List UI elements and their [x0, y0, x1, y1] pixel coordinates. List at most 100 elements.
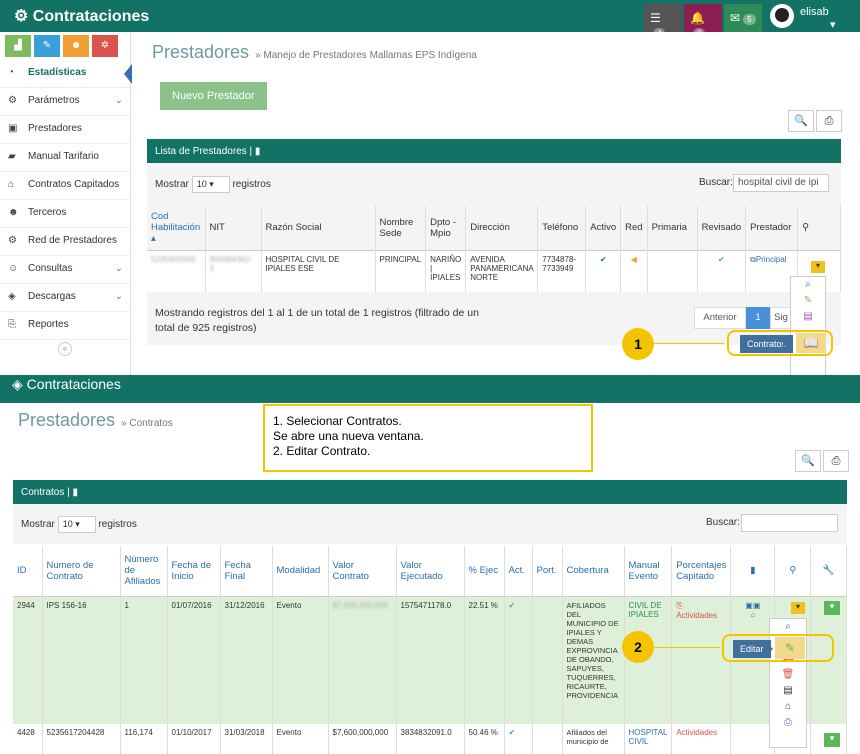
collapse-sidebar-button[interactable]: « [58, 342, 72, 356]
col-inicio[interactable]: Fecha de Inicio [167, 546, 221, 596]
cell-modalidad: Evento [272, 724, 329, 754]
cell-razon: HOSPITAL CIVIL DE IPIALES ESE [261, 250, 376, 292]
search-input-2[interactable] [741, 514, 838, 532]
length-select-2[interactable]: 10 ▾ [57, 516, 96, 533]
print-icon[interactable]: ⎙ [770, 715, 806, 731]
sidebar-item-terceros[interactable]: ☻ Terceros [0, 200, 131, 228]
cell-manual[interactable]: HOSPITAL CIVIL [624, 724, 673, 754]
gears-icon[interactable]: ✲ [92, 35, 118, 57]
col-act[interactable]: Act. [504, 546, 533, 596]
sidebar-item-contratos-capitados[interactable]: ⌂ Contratos Capitados [0, 172, 131, 200]
sidebar-item-descargas[interactable]: ◈ Descargas ⌄ [0, 284, 131, 312]
col-nit[interactable]: NIT [205, 206, 262, 250]
pager-previous[interactable]: Anterior [694, 307, 746, 329]
col-sede[interactable]: Nombre Sede [375, 206, 427, 250]
sidebar-item-red-de-prestadores[interactable]: ⚙ Red de Prestadores [0, 228, 131, 256]
col-red[interactable]: Red [620, 206, 648, 250]
cell-numero: IPS 156-16 [42, 596, 121, 724]
cell-afiliados: 116,174 [120, 724, 168, 754]
col-cobertura[interactable]: Cobertura [562, 546, 625, 596]
print-icon[interactable]: ⎙ [823, 450, 849, 472]
sidebar-item-consultas[interactable]: ☺ Consultas ⌄ [0, 256, 131, 284]
briefcase-icon[interactable]: ▤ [791, 309, 825, 325]
users-icon[interactable]: ☻ [63, 35, 89, 57]
home-icon[interactable]: ⌂ [770, 699, 806, 715]
messages-button[interactable]: ✉ 5 [724, 4, 762, 32]
tasks-button[interactable]: ☰4 [644, 4, 682, 39]
cell-port [532, 596, 563, 724]
link-icon[interactable]: ⚲ [774, 546, 812, 596]
col-port[interactable]: Port. [532, 546, 563, 596]
col-numero[interactable]: Numero de Contrato [42, 546, 121, 596]
user-menu[interactable]: elisab ▾ [800, 6, 836, 31]
col-activo[interactable]: Activo [585, 206, 622, 250]
col-ejec[interactable]: % Ejec [464, 546, 505, 596]
pager-page-1[interactable]: 1 [746, 307, 770, 329]
cubes-icon: ◈ [12, 376, 23, 392]
col-valor[interactable]: Valor Contrato [328, 546, 397, 596]
col-telefono[interactable]: Teléfono [537, 206, 587, 250]
cell-port [532, 724, 563, 754]
alerts-button[interactable]: 🔔8 [684, 4, 722, 39]
search-input[interactable]: hospital civil de ipi [733, 174, 829, 192]
col-primaria[interactable]: Primaria [647, 206, 698, 250]
new-prestador-button[interactable]: Nuevo Prestador [160, 82, 267, 110]
search-icon[interactable]: 🔍 [795, 450, 821, 472]
cell-primaria [647, 250, 698, 292]
pencil-icon[interactable]: ✎ [791, 293, 825, 309]
tooltip-editar: Editar [733, 640, 771, 658]
actions-dropdown-toggle-2[interactable]: ▾ [791, 602, 805, 614]
avatar[interactable] [770, 4, 794, 28]
cell-ejec: 50.46 % [464, 724, 505, 754]
app-title[interactable]: ⚙ Contrataciones [14, 6, 149, 26]
cell-porcentajes[interactable]: ⎘ Actividades [671, 596, 732, 724]
zoom-icon[interactable]: ⌕ [770, 619, 806, 635]
cell-inicio: 01/07/2016 [167, 596, 221, 724]
sidebar-item-manual-tarifario[interactable]: ▰ Manual Tarifario [0, 144, 131, 172]
cell-porcentajes[interactable]: Actividades [671, 724, 732, 754]
dashboard-icon: ◔ [8, 67, 15, 78]
envelope-icon: ✉ [730, 11, 741, 25]
cell-cod: 5235600356 [147, 250, 206, 292]
chart-icon[interactable]: ▟ [5, 35, 31, 57]
wrench-icon[interactable]: 🔧 [810, 546, 847, 596]
cell-sede: PRINCIPAL [375, 250, 427, 292]
col-porcentajes[interactable]: Porcentajes Capitado [671, 546, 732, 596]
expand-row-button[interactable]: ▾ [824, 601, 840, 615]
file-icon[interactable]: ▮ [730, 546, 776, 596]
col-cod[interactable]: Cod Habilitación ▴ [147, 206, 206, 250]
note-line-2: Se abre una nueva ventana. [273, 429, 424, 443]
app-title-2[interactable]: ◈ Contrataciones [12, 376, 121, 393]
search-icon[interactable]: 🔍 [788, 110, 814, 132]
col-dpto[interactable]: Dpto - Mpio [425, 206, 467, 250]
sidebar-item-reportes[interactable]: ⎘ Reportes [0, 312, 131, 340]
pencil-icon[interactable]: ✎ [34, 35, 60, 57]
zoom-icon[interactable]: ⌕ [791, 277, 825, 293]
col-revisado[interactable]: Revisado [697, 206, 747, 250]
col-id[interactable]: ID [13, 546, 43, 596]
actions-dropdown-toggle[interactable]: ▾ [811, 261, 825, 273]
col-razon[interactable]: Razón Social [261, 206, 376, 250]
contracts-book-icon[interactable]: 📖 [796, 333, 826, 353]
trash-icon[interactable]: 🗑 [770, 667, 806, 683]
expand-row-button[interactable]: ▾ [824, 733, 840, 747]
hospital-icon: ▣ [8, 123, 18, 134]
edit-pencil-icon[interactable]: ✎ [775, 637, 805, 659]
length-select[interactable]: 10 ▾ [191, 176, 230, 193]
col-manual[interactable]: Manual Evento [624, 546, 673, 596]
link-icon[interactable]: ⚲ [797, 206, 841, 250]
sidebar-item-parametros[interactable]: ⚙ Parámetros ⌄ [0, 88, 131, 116]
pager-next[interactable]: Sig [770, 307, 792, 329]
col-direccion[interactable]: Dirección [465, 206, 539, 250]
table-info: Mostrando registros del 1 al 1 de un tot… [155, 307, 479, 334]
col-ejecutado[interactable]: Valor Ejecutado [396, 546, 465, 596]
col-final[interactable]: Fecha Final [220, 546, 273, 596]
sidebar-item-prestadores[interactable]: ▣ Prestadores [0, 116, 131, 144]
print-icon[interactable]: ⎙ [816, 110, 842, 132]
prestadores-panel-header: Lista de Prestadores | ▮ [147, 139, 841, 164]
col-prestador[interactable]: Prestador [745, 206, 799, 250]
briefcase-icon[interactable]: ▤ [770, 683, 806, 699]
col-afiliados[interactable]: Número de Afiliados [120, 546, 168, 596]
sidebar-item-estadisticas[interactable]: ◔ Estadísticas [0, 60, 131, 88]
col-modalidad[interactable]: Modalidad [272, 546, 329, 596]
